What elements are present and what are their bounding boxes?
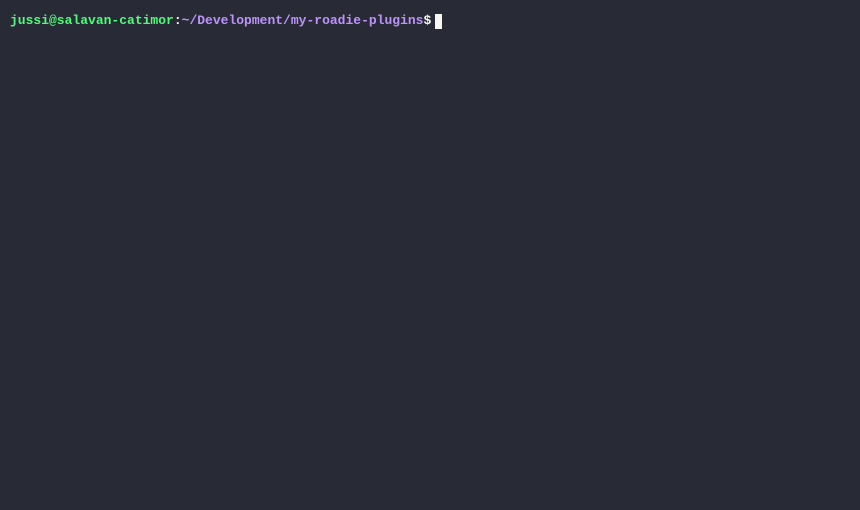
prompt-colon: : [174, 12, 182, 30]
current-path: ~/Development/my-roadie-plugins [182, 12, 424, 30]
user-host: jussi@salavan-catimor [10, 12, 174, 30]
prompt-dollar: $ [423, 12, 431, 30]
terminal-prompt-line: jussi@salavan-catimor:~/Development/my-r… [10, 12, 850, 30]
cursor-icon [435, 14, 442, 29]
